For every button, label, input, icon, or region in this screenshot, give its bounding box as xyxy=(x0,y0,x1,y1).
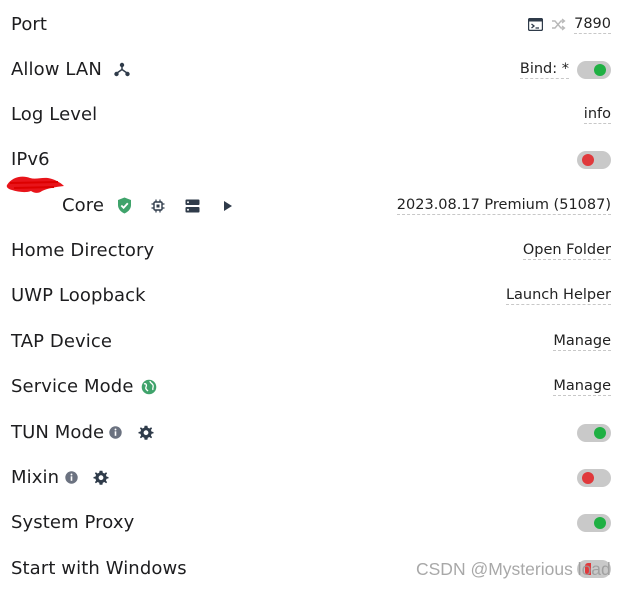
service-mode-label-wrap: Service Mode xyxy=(11,376,157,397)
tap-device-label: TAP Device xyxy=(11,331,113,352)
setting-row-service-mode: Service Mode Manage xyxy=(0,364,639,409)
service-mode-manage-button[interactable]: Manage xyxy=(553,378,611,396)
setting-row-core: Core 2023.08.17 Premium (51087) xyxy=(0,176,639,228)
system-proxy-label: System Proxy xyxy=(11,512,135,533)
setting-row-port: Port 7890 xyxy=(0,2,639,47)
toggle-knob xyxy=(594,516,606,529)
tap-device-manage-button[interactable]: Manage xyxy=(553,333,611,351)
setting-row-mixin: Mixin xyxy=(0,455,639,500)
core-label: Core xyxy=(62,195,105,216)
shuffle-icon[interactable] xyxy=(551,18,566,31)
home-directory-label: Home Directory xyxy=(11,240,155,261)
allow-lan-label: Allow LAN xyxy=(11,59,102,80)
log-level-selector[interactable]: info xyxy=(583,106,611,124)
mixin-label: Mixin xyxy=(11,467,60,488)
mixin-label-wrap: Mixin xyxy=(11,467,109,488)
play-icon[interactable] xyxy=(223,200,233,212)
port-value[interactable]: 7890 xyxy=(574,16,611,34)
tun-mode-toggle[interactable] xyxy=(577,423,611,442)
setting-row-ipv6: IPv6 xyxy=(0,137,639,182)
core-version-selector[interactable]: 2023.08.17 Premium (51087) xyxy=(396,197,611,215)
toggle-knob xyxy=(582,471,594,484)
setting-row-uwp-loopback: UWP Loopback Launch Helper xyxy=(0,273,639,318)
setting-row-tun-mode: TUN Mode xyxy=(0,410,639,455)
tun-mode-label: TUN Mode xyxy=(11,422,105,443)
shield-check-icon[interactable] xyxy=(117,197,132,214)
setting-row-allow-lan: Allow LAN Bind: * xyxy=(0,47,639,92)
setting-row-home-directory: Home Directory Open Folder xyxy=(0,228,639,273)
info-icon[interactable] xyxy=(65,471,78,484)
toggle-knob xyxy=(594,426,606,439)
port-label: Port xyxy=(11,14,48,35)
chip-icon[interactable] xyxy=(151,199,165,213)
core-label-wrap: Core xyxy=(62,195,233,216)
setting-row-system-proxy: System Proxy xyxy=(0,500,639,545)
setting-row-log-level: Log Level info xyxy=(0,92,639,137)
network-icon[interactable] xyxy=(114,62,130,77)
uwp-loopback-label: UWP Loopback xyxy=(11,285,146,306)
ipv6-label: IPv6 xyxy=(11,149,50,170)
system-proxy-toggle[interactable] xyxy=(577,513,611,532)
open-folder-button[interactable]: Open Folder xyxy=(522,242,611,260)
service-mode-label: Service Mode xyxy=(11,376,134,397)
info-icon[interactable] xyxy=(109,426,122,439)
terminal-icon[interactable] xyxy=(528,18,544,31)
toggle-knob xyxy=(594,63,606,76)
tun-mode-label-wrap: TUN Mode xyxy=(11,422,154,443)
server-icon[interactable] xyxy=(185,199,200,213)
setting-row-tap-device: TAP Device Manage xyxy=(0,319,639,364)
launch-helper-button[interactable]: Launch Helper xyxy=(505,287,611,305)
redaction-scribble xyxy=(4,171,66,201)
gear-icon[interactable] xyxy=(138,425,154,441)
csdn-watermark: CSDN @Mysterious load xyxy=(416,559,611,579)
log-level-label: Log Level xyxy=(11,104,98,125)
bind-address-selector[interactable]: Bind: * xyxy=(519,61,569,79)
allow-lan-toggle[interactable] xyxy=(577,60,611,79)
mixin-toggle[interactable] xyxy=(577,468,611,487)
globe-icon xyxy=(141,379,157,395)
ipv6-toggle[interactable] xyxy=(577,150,611,169)
toggle-knob xyxy=(582,153,594,166)
gear-icon[interactable] xyxy=(93,470,109,486)
allow-lan-label-wrap: Allow LAN xyxy=(11,59,130,80)
start-with-windows-label: Start with Windows xyxy=(11,558,187,579)
